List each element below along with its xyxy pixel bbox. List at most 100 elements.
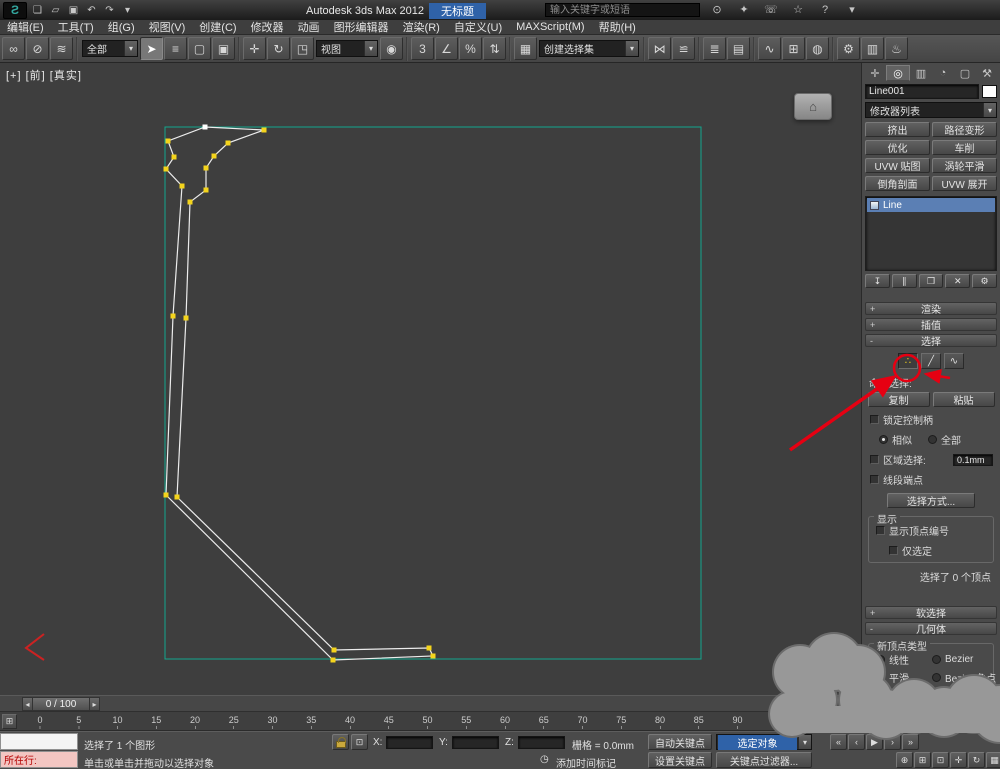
edit-named-selections-icon[interactable]: ▦ (514, 37, 537, 60)
render-production-icon[interactable]: ♨ (885, 37, 908, 60)
scene-canvas[interactable] (0, 63, 860, 695)
rendered-frame-icon[interactable]: ▥ (861, 37, 884, 60)
help-icon[interactable]: ? (818, 2, 832, 17)
spline-subobject-icon[interactable]: ∿ (944, 353, 964, 369)
spline-vertex[interactable] (163, 492, 169, 498)
save-icon[interactable]: ▣ (66, 3, 81, 18)
alike-radio[interactable] (879, 435, 888, 444)
select-and-move-icon[interactable]: ✛ (243, 37, 266, 60)
rectangular-selection-icon[interactable]: ▢ (188, 37, 211, 60)
x-coordinate-field[interactable] (386, 736, 433, 749)
spline-vertex[interactable] (170, 313, 176, 319)
menu-item[interactable]: 组(G) (101, 20, 142, 34)
key-selection-combo[interactable]: 选定对象 ▾ (716, 734, 812, 750)
menu-item[interactable]: 渲染(R) (396, 20, 447, 34)
app-logo-icon[interactable]: Ƨ (3, 1, 27, 19)
modifier-button[interactable]: UVW 展开 (932, 176, 997, 192)
next-frame-icon[interactable]: › (884, 734, 901, 750)
selection-lock-toggle[interactable] (332, 734, 349, 750)
menu-item[interactable]: MAXScript(M) (509, 20, 591, 34)
spline-vertex[interactable] (165, 138, 171, 144)
modifier-button[interactable]: 倒角剖面 (865, 176, 930, 192)
make-unique-icon[interactable]: ❒ (918, 274, 944, 288)
rollout-soft-selection[interactable]: + 软选择 (865, 606, 997, 620)
all-radio[interactable] (928, 435, 937, 444)
selected-only-checkbox[interactable] (889, 546, 898, 555)
attach-button[interactable]: 附加 (876, 714, 939, 729)
spline-vertex[interactable] (183, 315, 189, 321)
area-threshold-field[interactable]: 0.1mm (953, 453, 993, 466)
menu-item[interactable]: 修改器 (244, 20, 291, 34)
menu-item[interactable]: 图形编辑器 (327, 20, 396, 34)
spline-vertex[interactable] (426, 645, 432, 651)
y-coordinate-field[interactable] (452, 736, 499, 749)
menu-item[interactable]: 工具(T) (51, 20, 101, 34)
graphite-tools-icon[interactable]: ▤ (727, 37, 750, 60)
modifier-button[interactable]: 优化 (865, 140, 930, 156)
spinner-snap-icon[interactable]: ⇅ (483, 37, 506, 60)
modifier-button[interactable]: 路径变形 (932, 122, 997, 138)
lock-handles-checkbox[interactable] (870, 415, 879, 424)
menu-item[interactable]: 动画 (291, 20, 327, 34)
key-filters-button[interactable]: 关键点过滤器... (716, 752, 812, 768)
orbit-icon[interactable]: ↻ (968, 752, 985, 768)
spline-vertex[interactable] (225, 140, 231, 146)
spline-vertex[interactable] (430, 653, 436, 659)
stack-item[interactable]: Line (867, 198, 995, 213)
material-editor-icon[interactable]: ◍ (806, 37, 829, 60)
undo-icon[interactable]: ↶ (84, 3, 99, 18)
play-icon[interactable]: ▶ (866, 734, 883, 750)
viewport-front[interactable]: [+] [前] [真实] ⌂ (0, 63, 860, 695)
object-name-input[interactable] (865, 84, 979, 100)
chevron-down-icon[interactable]: ▾ (625, 41, 638, 56)
rollout-selection[interactable]: - 选择 (865, 334, 997, 348)
select-and-link-icon[interactable]: ∞ (2, 37, 25, 60)
spline-vertex[interactable] (179, 183, 185, 189)
line-spline-shape[interactable] (165, 126, 434, 661)
search-input[interactable] (545, 3, 700, 17)
layer-manager-icon[interactable]: ≣ (703, 37, 726, 60)
select-and-scale-icon[interactable]: ◳ (291, 37, 314, 60)
rollout-rendering[interactable]: + 渲染 (865, 302, 997, 316)
linear-radio[interactable] (876, 655, 885, 664)
spline-vertex[interactable] (187, 199, 193, 205)
spline-vertex[interactable] (203, 165, 209, 171)
communication-center-icon[interactable]: ☏ (764, 2, 778, 17)
modifier-button[interactable]: 车削 (932, 140, 997, 156)
hierarchy-tab-icon[interactable]: ▥ (910, 65, 932, 81)
new-file-icon[interactable]: ❏ (30, 3, 45, 18)
selected-spline-vertex[interactable] (202, 124, 208, 130)
align-icon[interactable]: ≌ (672, 37, 695, 60)
paste-button[interactable]: 粘贴 (932, 392, 995, 407)
spline-vertex[interactable] (211, 153, 217, 159)
named-selection-sets-combo[interactable]: 创建选择集 ▾ (539, 40, 639, 57)
quick-access-dropdown-icon[interactable]: ▾ (120, 3, 135, 18)
select-by-name-icon[interactable]: ≡ (164, 37, 187, 60)
chevron-down-icon[interactable]: ▾ (798, 735, 811, 749)
use-pivot-point-icon[interactable]: ◉ (380, 37, 403, 60)
chevron-down-icon[interactable]: ▾ (364, 41, 377, 56)
modifier-button[interactable]: 涡轮平滑 (932, 158, 997, 174)
segment-end-checkbox[interactable] (870, 475, 879, 484)
copy-button[interactable]: 复制 (867, 392, 930, 407)
object-color-swatch[interactable] (982, 85, 997, 99)
absolute-offset-toggle-icon[interactable]: ⊡ (351, 734, 368, 750)
spline-vertex[interactable] (171, 154, 177, 160)
render-setup-icon[interactable]: ⚙ (837, 37, 860, 60)
maxscript-listener-field[interactable]: 所在行: (0, 751, 78, 768)
segment-subobject-icon[interactable]: ╱ (921, 353, 941, 369)
spline-vertex[interactable] (203, 187, 209, 193)
set-key-button[interactable]: 设置关键点 (648, 752, 712, 768)
time-slider-handle[interactable]: ◂ 0 / 100 ▸ (22, 697, 100, 711)
angle-snap-icon[interactable]: ∠ (435, 37, 458, 60)
schematic-view-icon[interactable]: ⊞ (782, 37, 805, 60)
rectangle-shape[interactable] (164, 126, 702, 660)
auto-key-button[interactable]: 自动关键点 (648, 734, 712, 750)
reference-coordinate-combo[interactable]: 视图 ▾ (316, 40, 378, 57)
select-object-icon[interactable]: ➤ (140, 37, 163, 60)
maximize-viewport-icon[interactable]: ▦ (986, 752, 1000, 768)
spline-vertex[interactable] (163, 166, 169, 172)
curve-editor-icon[interactable]: ∿ (758, 37, 781, 60)
utilities-tab-icon[interactable]: ⚒ (976, 65, 998, 81)
macro-recorder-field[interactable] (0, 733, 78, 750)
